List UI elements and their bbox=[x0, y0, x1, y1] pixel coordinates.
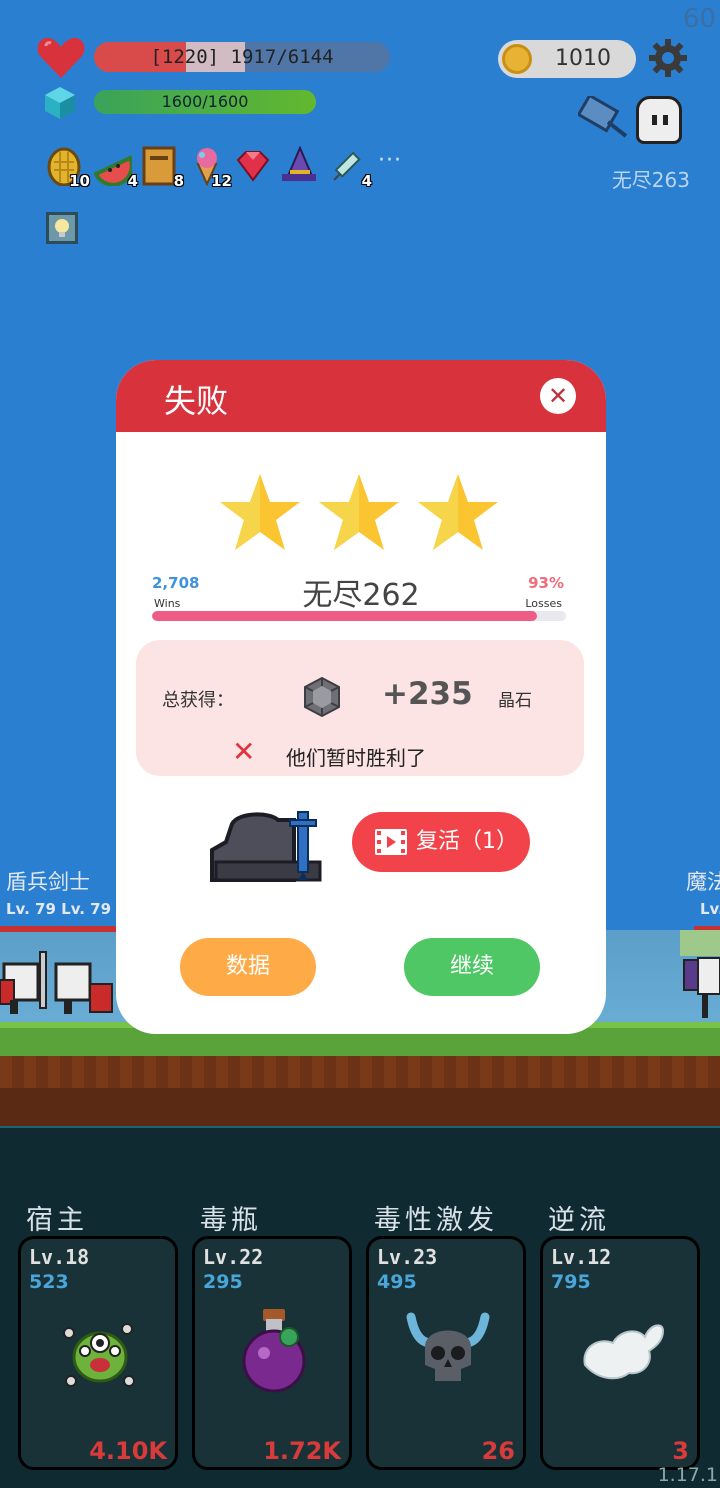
golden-egg-icon[interactable]: 10 bbox=[46, 146, 90, 190]
boss-flag-icon[interactable] bbox=[578, 96, 630, 140]
skill-level: Lv.22 bbox=[203, 1245, 264, 1269]
right-unit-name: 魔法 bbox=[686, 870, 720, 894]
ghost-enemy-icon[interactable] bbox=[636, 96, 682, 144]
skill-damage: 3 bbox=[672, 1437, 689, 1465]
next-stage-label: 无尽263 bbox=[611, 168, 690, 192]
skill-level: Lv.12 bbox=[551, 1245, 612, 1269]
poison-bottle-icon bbox=[242, 1309, 306, 1393]
video-ad-icon bbox=[375, 829, 407, 855]
reward-box: 总获得： +235 晶石 ✕ 他们暂时胜利了 bbox=[136, 640, 584, 776]
skill-card-poison-bottle[interactable]: Lv.22 295 1.72K bbox=[192, 1236, 352, 1470]
coin-amount: 1010 bbox=[555, 46, 611, 71]
item-count: 4 bbox=[361, 172, 372, 190]
mana-bar: 1600/1600 bbox=[94, 90, 316, 114]
star-icon bbox=[319, 474, 399, 550]
wind-swirl-icon bbox=[583, 1324, 665, 1380]
dialog-title: 失败 bbox=[164, 382, 229, 420]
left-unit-levels: Lv. 79 Lv. 79 bbox=[6, 900, 112, 918]
crystal-icon bbox=[304, 676, 340, 718]
revive-label: 复活（1） bbox=[416, 829, 518, 854]
star-icon bbox=[220, 474, 300, 550]
hp-text: [1220] 1917/6144 bbox=[150, 46, 334, 68]
reward-label: 总获得： bbox=[162, 690, 234, 711]
viking-skull-icon bbox=[406, 1312, 490, 1381]
right-unit-level: Lv. bbox=[700, 900, 720, 918]
data-button[interactable]: 数据 bbox=[180, 938, 316, 996]
revive-button[interactable]: 复活（1） bbox=[352, 812, 530, 872]
mana-text: 1600/1600 bbox=[161, 92, 249, 111]
skill-value: 523 bbox=[29, 1271, 69, 1293]
win-loss-bar bbox=[152, 611, 566, 621]
fail-x-icon: ✕ bbox=[232, 735, 256, 768]
fail-message: 他们暂时胜利了 bbox=[286, 746, 426, 770]
left-unit-hp-bar bbox=[0, 926, 116, 932]
mage-enemy-sprite bbox=[680, 930, 720, 1018]
shield-knights-sprite bbox=[0, 951, 113, 1014]
fps-counter: 60 bbox=[682, 4, 716, 34]
win-loss-bar-fill bbox=[152, 611, 538, 621]
skill-damage: 26 bbox=[481, 1437, 515, 1465]
reward-unit: 晶石 bbox=[498, 691, 532, 711]
continue-button[interactable]: 继续 bbox=[404, 938, 540, 996]
close-button[interactable]: ✕ bbox=[540, 378, 576, 414]
settings-gear-icon[interactable] bbox=[648, 38, 688, 78]
left-unit-name: 盾兵剑士 bbox=[6, 870, 90, 894]
item-count: 12 bbox=[211, 172, 232, 190]
loss-percent: 93% bbox=[528, 574, 564, 592]
ice-cream-icon[interactable]: 12 bbox=[188, 146, 232, 190]
skill-card-toxic-burst[interactable]: Lv.23 495 26 bbox=[366, 1236, 526, 1470]
coin-icon bbox=[502, 44, 532, 74]
skill-level: Lv.23 bbox=[377, 1245, 438, 1269]
skill-name-3: 毒性激发 bbox=[374, 1205, 498, 1236]
ruby-gem-icon[interactable] bbox=[234, 146, 272, 186]
hp-bar: [1220] 1917/6144 bbox=[94, 42, 390, 72]
skill-damage: 4.10K bbox=[89, 1437, 167, 1465]
item-count: 8 bbox=[173, 172, 184, 190]
item-count: 4 bbox=[127, 172, 138, 190]
star-icon bbox=[418, 474, 498, 550]
skill-name-1: 宿主 bbox=[26, 1205, 88, 1236]
skill-name-4: 逆流 bbox=[548, 1205, 610, 1236]
star-rating bbox=[218, 472, 508, 552]
lightbulb-buff-icon[interactable] bbox=[46, 212, 78, 244]
virus-monster-icon bbox=[63, 1323, 135, 1387]
dirt-layer-deep bbox=[0, 1088, 720, 1128]
skill-value: 295 bbox=[203, 1271, 243, 1293]
mana-gem-icon bbox=[45, 87, 75, 119]
wizard-hat-icon[interactable] bbox=[280, 145, 318, 186]
skill-card-backflow[interactable]: Lv.12 795 3 bbox=[540, 1236, 700, 1470]
syringe-icon[interactable]: 4 bbox=[328, 146, 372, 190]
reward-amount: +235 bbox=[382, 676, 473, 712]
book-icon[interactable]: 8 bbox=[140, 146, 184, 190]
more-items-button[interactable]: ··· bbox=[378, 148, 402, 173]
watermelon-icon[interactable]: 4 bbox=[93, 146, 138, 190]
skill-name-2: 毒瓶 bbox=[200, 1205, 262, 1236]
skill-value: 795 bbox=[551, 1271, 591, 1293]
item-count: 10 bbox=[69, 172, 90, 190]
dialog-header: 失败 ✕ bbox=[116, 360, 606, 432]
defeat-dialog: 失败 ✕ 2,708 Wins 无尽262 93% Losses 总获得： +2… bbox=[116, 360, 606, 1034]
version-label: 1.17.1 bbox=[657, 1464, 718, 1486]
close-icon: ✕ bbox=[547, 382, 569, 410]
skill-level: Lv.18 bbox=[29, 1245, 90, 1269]
skill-card-host[interactable]: Lv.18 523 4.10K bbox=[18, 1236, 178, 1470]
coin-counter: 1010 bbox=[498, 40, 636, 78]
heart-icon bbox=[37, 37, 85, 78]
skill-damage: 1.72K bbox=[263, 1437, 341, 1465]
tombstone-sword-icon bbox=[210, 811, 322, 882]
skill-value: 495 bbox=[377, 1271, 417, 1293]
losses-label: Losses bbox=[525, 597, 562, 610]
